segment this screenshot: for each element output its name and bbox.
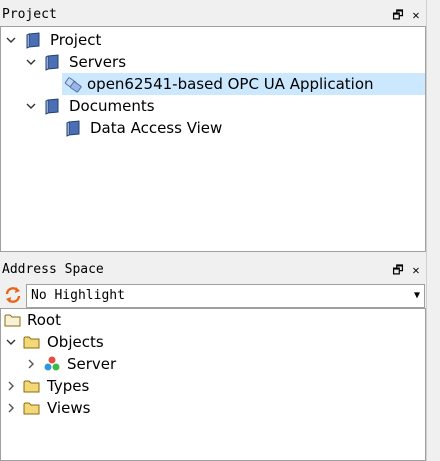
address-close-button[interactable]: ✕ [410,259,422,281]
tree-item-objects[interactable]: Objects [1,331,425,353]
chevron-down-icon[interactable] [5,29,17,51]
highlight-select[interactable]: No Highlight ▼ [26,284,425,308]
tree-item-label: Views [47,399,91,417]
project-panel-title: Project [2,7,57,22]
tree-item-root[interactable]: Root [1,309,425,331]
folder-icon [23,336,40,349]
tree-item-data-access-view[interactable]: Data Access View [1,117,425,139]
refresh-icon[interactable] [3,285,23,305]
tree-item-label: open62541-based OPC UA Application [87,75,374,93]
tree-item-label: Documents [69,97,155,115]
address-panel-header: Address Space 🗗 ✕ [0,259,426,281]
tree-item-label: Root [27,311,61,329]
chevron-down-icon[interactable] [5,331,17,353]
tree-item-label: Data Access View [90,119,223,137]
server-connection-icon [64,77,82,93]
address-float-button[interactable]: 🗗 [392,259,404,281]
chevron-down-icon[interactable] [25,95,37,117]
project-tree[interactable]: Project Servers open62541-based OPC UA A… [0,26,426,252]
project-close-button[interactable]: ✕ [410,4,422,26]
folder-icon [4,314,21,327]
tree-item-types[interactable]: Types [1,375,425,397]
object-node-icon [44,356,60,371]
chevron-right-icon[interactable] [25,353,37,375]
tree-item-documents[interactable]: Documents [1,95,425,117]
project-book-icon [26,32,40,49]
tree-item-server-application[interactable]: open62541-based OPC UA Application [62,73,425,95]
tree-item-label: Server [67,355,117,373]
documents-book-icon [45,98,59,115]
project-float-button[interactable]: 🗗 [392,4,404,26]
address-panel-title: Address Space [2,262,104,277]
folder-icon [23,402,40,415]
tree-item-label: Types [47,377,90,395]
tree-item-label: Servers [69,53,127,71]
dropdown-arrow-icon[interactable]: ▼ [414,285,420,307]
window-edge [426,0,440,461]
servers-book-icon [45,54,59,71]
tree-item-label: Objects [47,333,104,351]
tree-item-server-node[interactable]: Server [1,353,425,375]
chevron-right-icon[interactable] [5,397,17,419]
document-book-icon [66,120,80,137]
tree-item-label: Project [50,31,102,49]
chevron-down-icon[interactable] [25,51,37,73]
highlight-select-value: No Highlight [31,288,125,303]
chevron-right-icon[interactable] [5,375,17,397]
project-panel-header: Project 🗗 ✕ [0,4,426,26]
tree-item-servers[interactable]: Servers [1,51,425,73]
tree-item-views[interactable]: Views [1,397,425,419]
tree-item-project[interactable]: Project [1,29,425,51]
address-space-tree[interactable]: Root Objects Server Types Views [0,308,426,461]
folder-icon [23,380,40,393]
